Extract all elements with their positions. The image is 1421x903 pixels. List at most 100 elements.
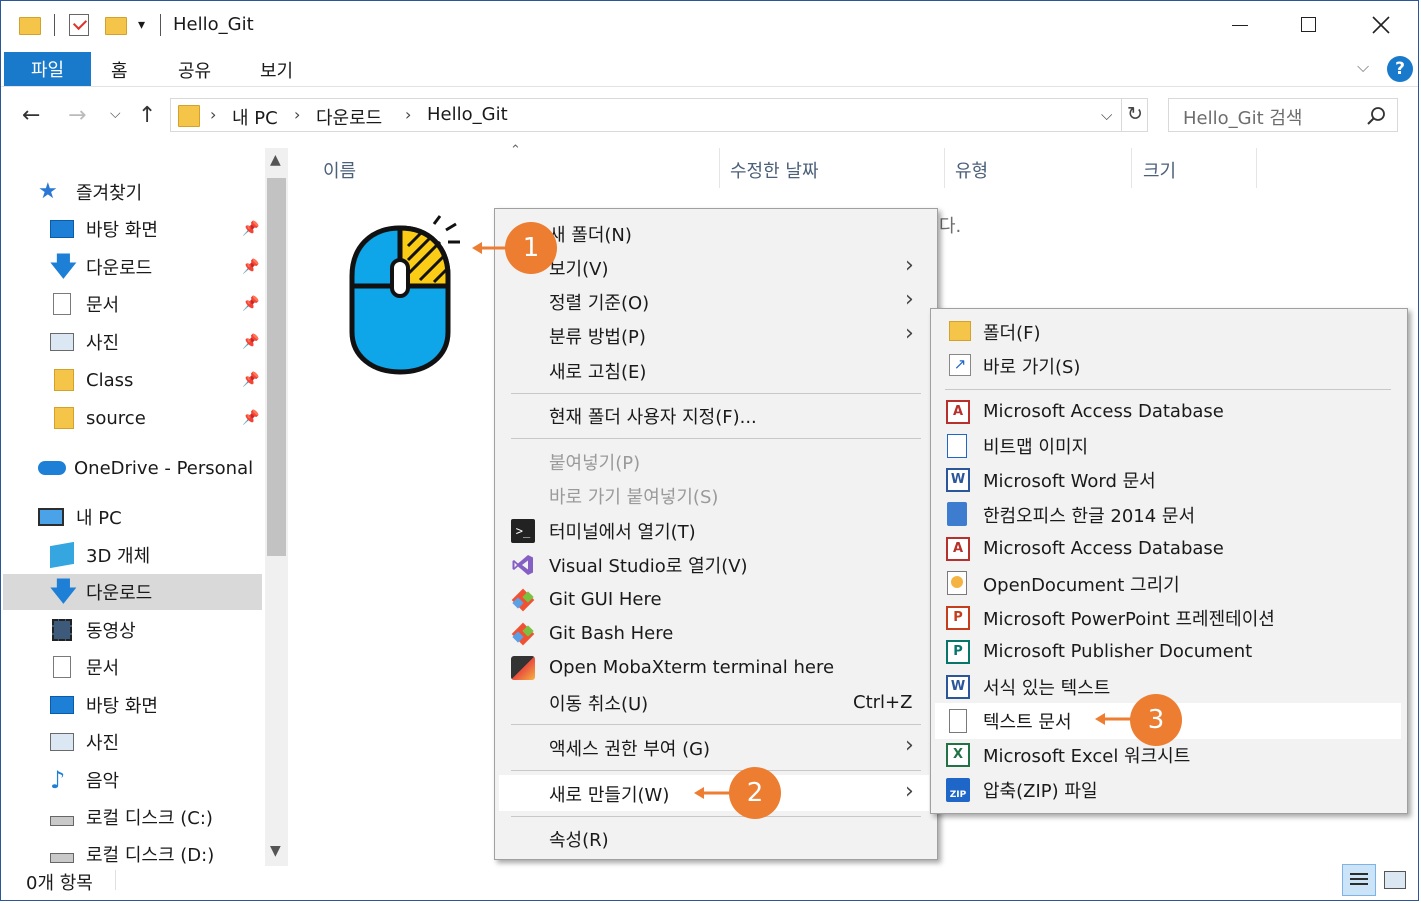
column-divider[interactable] [944, 148, 945, 188]
status-item-count: 0개 항목 [26, 873, 93, 894]
divider [1, 86, 1418, 87]
menu-item-mobaxterm[interactable]: Open MobaXterm terminal here [549, 651, 834, 684]
breadcrumb-hello-git[interactable]: Hello_Git [427, 104, 508, 125]
menu-item-new[interactable]: 새로 만들기(W) [549, 777, 669, 810]
nav-onedrive[interactable]: OneDrive - Personal [38, 452, 253, 484]
menu-item-open-terminal[interactable]: 터미널에서 열기(T) [549, 514, 696, 547]
menu-item-open-visual-studio[interactable]: Visual Studio로 열기(V) [549, 548, 748, 581]
nav-item-videos[interactable]: 동영상 [50, 614, 136, 646]
recent-locations-icon[interactable]: ⌵ [110, 106, 121, 122]
nav-item-documents[interactable]: 문서 [50, 288, 119, 320]
forward-icon[interactable]: → [68, 103, 86, 128]
nav-item-pc-desktop[interactable]: 바탕 화면 [50, 689, 158, 721]
search-icon[interactable] [1366, 106, 1386, 126]
pin-icon[interactable]: 📌 [242, 259, 259, 275]
menu-separator [511, 438, 921, 439]
nav-item-drive-d[interactable]: 로컬 디스크 (D:) [50, 838, 214, 870]
submenu-item-zip[interactable]: 압축(ZIP) 파일 [983, 773, 1098, 806]
scroll-down-icon[interactable]: ▼ [270, 843, 281, 859]
tab-file[interactable]: 파일 [4, 52, 91, 86]
menu-item-sort-by[interactable]: 정렬 기준(O) [549, 285, 649, 318]
column-size[interactable]: 크기 [1143, 157, 1176, 183]
breadcrumb-downloads[interactable]: 다운로드 [316, 104, 382, 130]
submenu-item-opendocument-drawing[interactable]: OpenDocument 그리기 [983, 567, 1180, 600]
column-divider[interactable] [1256, 148, 1257, 188]
menu-item-undo-move[interactable]: 이동 취소(U) [549, 686, 648, 719]
submenu-item-access-database[interactable]: Microsoft Access Database [983, 395, 1224, 428]
menu-item-group-by[interactable]: 분류 방법(P) [549, 319, 646, 352]
annotation-badge-2: 2 [729, 767, 781, 819]
menu-item-paste[interactable]: 붙여넣기(P) [549, 445, 640, 478]
separator [160, 14, 161, 36]
pin-icon[interactable]: 📌 [242, 296, 259, 312]
menu-item-new-folder[interactable]: 새 폴더(N) [549, 217, 632, 250]
submenu-item-folder[interactable]: 폴더(F) [983, 315, 1041, 348]
back-icon[interactable]: ← [22, 103, 40, 128]
details-view-button[interactable] [1342, 864, 1376, 896]
submenu-item-publisher[interactable]: Microsoft Publisher Document [983, 635, 1252, 668]
maximize-button[interactable] [1290, 8, 1330, 42]
submenu-item-access-database-2[interactable]: Microsoft Access Database [983, 532, 1224, 565]
column-name[interactable]: 이름 [323, 157, 356, 183]
menu-item-paste-shortcut[interactable]: 바로 가기 붙여넣기(S) [549, 479, 718, 512]
nav-item-3d-objects[interactable]: 3D 개체 [50, 539, 150, 571]
up-icon[interactable]: ↑ [138, 103, 156, 128]
nav-quick-access[interactable]: ★ 즐겨찾기 [38, 176, 142, 208]
address-dropdown-icon[interactable]: ⌵ [1101, 106, 1112, 124]
submenu-item-text-document[interactable]: 텍스트 문서 [983, 704, 1072, 737]
menu-item-view[interactable]: 보기(V) [549, 251, 608, 284]
submenu-item-word[interactable]: Microsoft Word 문서 [983, 463, 1156, 496]
pin-icon[interactable]: 📌 [242, 334, 259, 350]
pin-icon[interactable]: 📌 [242, 221, 259, 237]
breadcrumb-this-pc[interactable]: 내 PC [232, 104, 278, 130]
close-button[interactable] [1360, 8, 1400, 42]
nav-item-class[interactable]: Class [50, 364, 133, 396]
nav-item-pictures[interactable]: 사진 [50, 326, 119, 358]
nav-scrollbar-thumb[interactable] [267, 178, 286, 556]
tab-home[interactable]: 홈 [111, 57, 128, 83]
arrow-icon [694, 787, 732, 799]
submenu-item-bitmap[interactable]: 비트맵 이미지 [983, 429, 1088, 462]
menu-item-customize-folder[interactable]: 현재 폴더 사용자 지정(F)... [549, 399, 757, 432]
minimize-button[interactable] [1222, 8, 1262, 42]
pin-icon[interactable]: 📌 [242, 410, 259, 426]
nav-item-music[interactable]: ♪ 음악 [50, 764, 119, 796]
nav-item-pc-downloads[interactable]: 🡇 다운로드 [50, 576, 152, 608]
new-folder-icon[interactable] [105, 17, 127, 35]
word-icon: W [946, 468, 970, 492]
menu-item-properties[interactable]: 속성(R) [549, 822, 609, 855]
nav-item-source[interactable]: source [50, 402, 146, 434]
refresh-icon[interactable]: ↻ [1127, 103, 1143, 125]
submenu-item-shortcut[interactable]: 바로 가기(S) [983, 349, 1080, 382]
tab-view[interactable]: 보기 [260, 57, 293, 83]
column-date-modified[interactable]: 수정한 날짜 [730, 157, 819, 183]
nav-item-downloads[interactable]: 🡇 다운로드 [50, 251, 152, 283]
menu-item-refresh[interactable]: 새로 고침(E) [549, 354, 646, 387]
submenu-item-powerpoint[interactable]: Microsoft PowerPoint 프레젠테이션 [983, 601, 1275, 634]
pin-icon[interactable]: 📌 [242, 372, 259, 388]
qat-dropdown-icon[interactable]: ▾ [138, 17, 145, 33]
nav-this-pc[interactable]: 내 PC [38, 501, 122, 533]
nav-item-pc-pictures[interactable]: 사진 [50, 726, 119, 758]
nav-label: 사진 [86, 733, 120, 754]
expand-ribbon-icon[interactable]: ⌵ [1357, 57, 1369, 77]
tab-share[interactable]: 공유 [178, 57, 211, 83]
nav-item-drive-c[interactable]: 로컬 디스크 (C:) [50, 801, 213, 833]
menu-item-git-bash[interactable]: Git Bash Here [549, 617, 673, 650]
submenu-item-rich-text[interactable]: 서식 있는 텍스트 [983, 670, 1110, 703]
nav-item-pc-documents[interactable]: 문서 [50, 651, 119, 683]
column-divider[interactable] [1131, 148, 1132, 188]
submenu-arrow-icon: › [905, 779, 914, 804]
large-icons-view-button[interactable] [1384, 871, 1406, 889]
help-icon[interactable]: ? [1387, 56, 1413, 82]
menu-item-give-access[interactable]: 액세스 권한 부여 (G) [549, 731, 710, 764]
menu-item-git-gui[interactable]: Git GUI Here [549, 583, 662, 616]
column-type[interactable]: 유형 [955, 157, 988, 183]
publisher-icon: P [946, 640, 970, 664]
submenu-item-hwp[interactable]: 한컴오피스 한글 2014 문서 [983, 498, 1195, 531]
properties-icon[interactable] [69, 14, 89, 36]
scroll-up-icon[interactable]: ▲ [270, 152, 281, 168]
search-input[interactable]: Hello_Git 검색 [1183, 104, 1302, 130]
nav-item-desktop[interactable]: 바탕 화면 [50, 213, 158, 245]
column-divider[interactable] [719, 148, 720, 188]
